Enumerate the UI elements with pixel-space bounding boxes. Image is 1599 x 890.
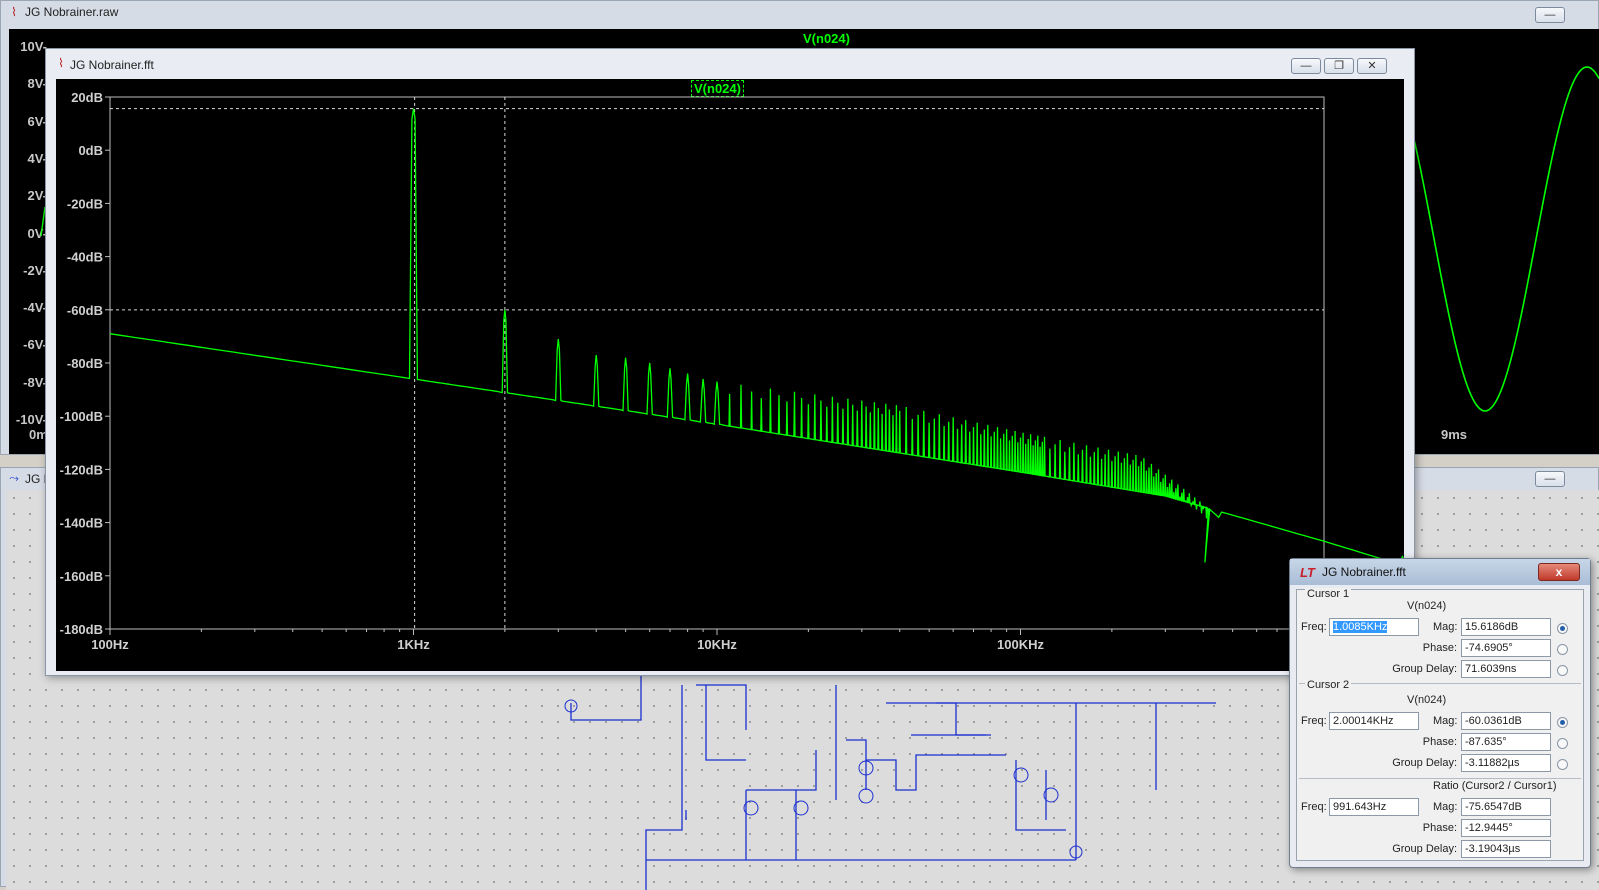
cursor2-gd-field[interactable]: -3.11882µs bbox=[1461, 754, 1551, 772]
cursor2-phase-label: Phase: bbox=[1422, 736, 1457, 748]
ratio-gd-field[interactable]: -3.19043µs bbox=[1461, 840, 1551, 858]
y-tick-label: -180dB bbox=[60, 622, 103, 637]
cursor2-freq-label: Freq: bbox=[1301, 715, 1327, 727]
x-tick-label: 100KHz bbox=[997, 637, 1044, 652]
cursor1-group-label: Cursor 1 bbox=[1305, 588, 1352, 600]
y-tick-label: -60dB bbox=[67, 303, 103, 318]
dialog-close-button[interactable]: x bbox=[1538, 563, 1580, 581]
fft-minimize-button[interactable]: — bbox=[1291, 58, 1321, 74]
cursor2-phase-field[interactable]: -87.635° bbox=[1461, 733, 1551, 751]
fft-spectrum-trace bbox=[109, 108, 1404, 565]
cursor1-gd-field[interactable]: 71.6039ns bbox=[1461, 660, 1551, 678]
cursor1-freq-label: Freq: bbox=[1301, 621, 1327, 633]
ratio-label: Ratio (Cursor2 / Cursor1) bbox=[1433, 780, 1557, 792]
cursor2-group-label: Cursor 2 bbox=[1305, 679, 1352, 691]
x-tick-label: 10KHz bbox=[697, 637, 737, 652]
cursor1-mag-label: Mag: bbox=[1433, 621, 1458, 633]
cursor2-gd-label: Group Delay: bbox=[1392, 757, 1457, 769]
x-tick-label: 100Hz bbox=[91, 637, 129, 652]
schematic-minimize-button[interactable]: — bbox=[1535, 471, 1565, 487]
cursor1-trace: V(n024) bbox=[1407, 600, 1447, 612]
cursor1-phase-label: Phase: bbox=[1422, 642, 1457, 654]
cursor1-mag-radio[interactable] bbox=[1557, 623, 1568, 634]
y-tick-label: -120dB bbox=[60, 462, 103, 477]
y-tick-label: -160dB bbox=[60, 569, 103, 584]
ratio-freq-field[interactable]: 991.643Hz bbox=[1329, 798, 1419, 816]
fft-window[interactable]: ⌇ JG Nobrainer.fft — ❐ ✕ V(n024) 20dB 0dB… bbox=[45, 48, 1415, 676]
ratio-gd-label: Group Delay: bbox=[1392, 843, 1457, 855]
y-tick-label: -20dB bbox=[67, 196, 103, 211]
ratio-phase-field[interactable]: -12.9445° bbox=[1461, 819, 1551, 837]
cursor2-mag-radio[interactable] bbox=[1557, 717, 1568, 728]
raw-window-title: JG Nobrainer.raw bbox=[25, 5, 119, 19]
ratio-mag-field[interactable]: -75.6547dB bbox=[1461, 798, 1551, 816]
ratio-mag-label: Mag: bbox=[1433, 801, 1458, 813]
cursor2-phase-radio[interactable] bbox=[1557, 738, 1568, 749]
plot-frame bbox=[109, 96, 1325, 630]
separator bbox=[1299, 778, 1581, 779]
cursor2-freq-field[interactable]: 2.00014KHz bbox=[1329, 712, 1419, 730]
ratio-freq-label: Freq: bbox=[1301, 801, 1327, 813]
cursor2-gd-radio[interactable] bbox=[1557, 759, 1568, 770]
y-tick-label: -100dB bbox=[60, 409, 103, 424]
cursor2-mag-label: Mag: bbox=[1433, 715, 1458, 727]
fft-restore-button[interactable]: ❐ bbox=[1324, 58, 1354, 74]
y-tick-label: -40dB bbox=[67, 250, 103, 265]
cursor1-mag-field[interactable]: 15.6186dB bbox=[1461, 618, 1551, 636]
y-tick-label: 20dB bbox=[71, 90, 103, 105]
ltspice-logo-icon: LT bbox=[1300, 565, 1315, 580]
cursor-dialog[interactable]: JG Nobrainer.fft LT x Cursor 1 V(n024) F… bbox=[1289, 558, 1591, 868]
fft-plot-area[interactable]: V(n024) 20dB 0dB -20dB -40dB -60dB -80dB -100d… bbox=[56, 79, 1404, 671]
ratio-phase-label: Phase: bbox=[1422, 822, 1457, 834]
cursor-dialog-body: Cursor 1 V(n024) Freq: 1.0085KHz Mag: 15… bbox=[1296, 588, 1584, 861]
cursor1-gd-label: Group Delay: bbox=[1392, 663, 1457, 675]
y-tick-label: -140dB bbox=[60, 516, 103, 531]
cursor1-phase-radio[interactable] bbox=[1557, 644, 1568, 655]
y-tick-label: 0dB bbox=[78, 143, 103, 158]
cursor1-gd-radio[interactable] bbox=[1557, 665, 1568, 676]
fft-window-title: JG Nobrainer.fft bbox=[70, 58, 154, 72]
cursor2-trace: V(n024) bbox=[1407, 694, 1447, 706]
fft-chart: 20dB 0dB -20dB -40dB -60dB -80dB -100dB -120dB -… bbox=[60, 90, 1404, 652]
raw-sine-trace bbox=[1396, 66, 1599, 412]
cursor1-phase-field[interactable]: -74.6905° bbox=[1461, 639, 1551, 657]
y-tick-label: -80dB bbox=[67, 356, 103, 371]
fft-close-button[interactable]: ✕ bbox=[1357, 58, 1387, 74]
cursor2-mag-field[interactable]: -60.0361dB bbox=[1461, 712, 1551, 730]
cursor1-freq-field[interactable]: 1.0085KHz bbox=[1329, 618, 1419, 636]
raw-minimize-button[interactable]: — bbox=[1535, 7, 1565, 23]
x-tick-label: 1KHz bbox=[397, 637, 430, 652]
